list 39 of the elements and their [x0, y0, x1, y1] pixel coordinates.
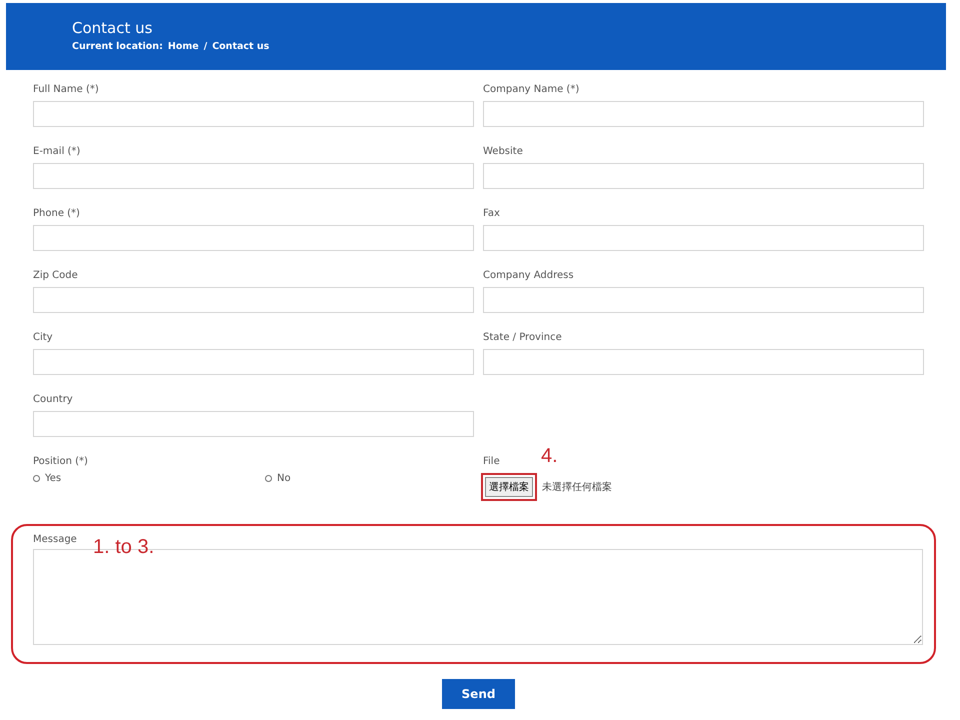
- breadcrumb-link[interactable]: Contact us: [212, 41, 270, 52]
- choose-file-button[interactable]: 選擇檔案: [485, 477, 533, 497]
- breadcrumb-label: Current location:: [72, 41, 163, 52]
- field-label: Position (*): [33, 456, 89, 467]
- annotation-label: 4.: [541, 445, 558, 468]
- field-label: Country: [33, 394, 74, 405]
- field-label: E-mail (*): [33, 146, 82, 157]
- field-label: City: [33, 332, 54, 343]
- page-title: Contact us: [72, 19, 154, 37]
- field-label: File: [483, 456, 501, 467]
- input-field[interactable]: [483, 225, 924, 251]
- radio-option[interactable]: Yes: [33, 473, 265, 484]
- input-field[interactable]: [33, 101, 474, 127]
- input-field[interactable]: [33, 349, 474, 375]
- input-field[interactable]: [33, 163, 474, 189]
- input-field[interactable]: [483, 349, 924, 375]
- input-field[interactable]: [483, 101, 924, 127]
- input-field[interactable]: [483, 163, 924, 189]
- field-label: Fax: [483, 208, 501, 219]
- field-label: Company Name (*): [483, 84, 580, 95]
- send-button[interactable]: Send: [442, 679, 515, 709]
- field-label: Website: [483, 146, 524, 157]
- field-label: Full Name (*): [33, 84, 100, 95]
- field-label: State / Province: [483, 332, 563, 343]
- input-field[interactable]: [33, 287, 474, 313]
- input-field[interactable]: [33, 411, 474, 437]
- radio-icon[interactable]: [265, 475, 272, 482]
- field-label: Message: [33, 534, 78, 545]
- field-label: Zip Code: [33, 270, 79, 281]
- field-label: Company Address: [483, 270, 575, 281]
- file-status: 未選擇任何檔案: [542, 480, 612, 494]
- input-field[interactable]: [33, 225, 474, 251]
- breadcrumb-separator: /: [204, 41, 208, 52]
- radio-option[interactable]: No: [265, 473, 465, 484]
- field-label: Phone (*): [33, 208, 81, 219]
- breadcrumb-link[interactable]: Home: [168, 41, 199, 52]
- radio-icon[interactable]: [33, 475, 40, 482]
- annotation-label: 1. to 3.: [93, 536, 154, 559]
- input-field[interactable]: [483, 287, 924, 313]
